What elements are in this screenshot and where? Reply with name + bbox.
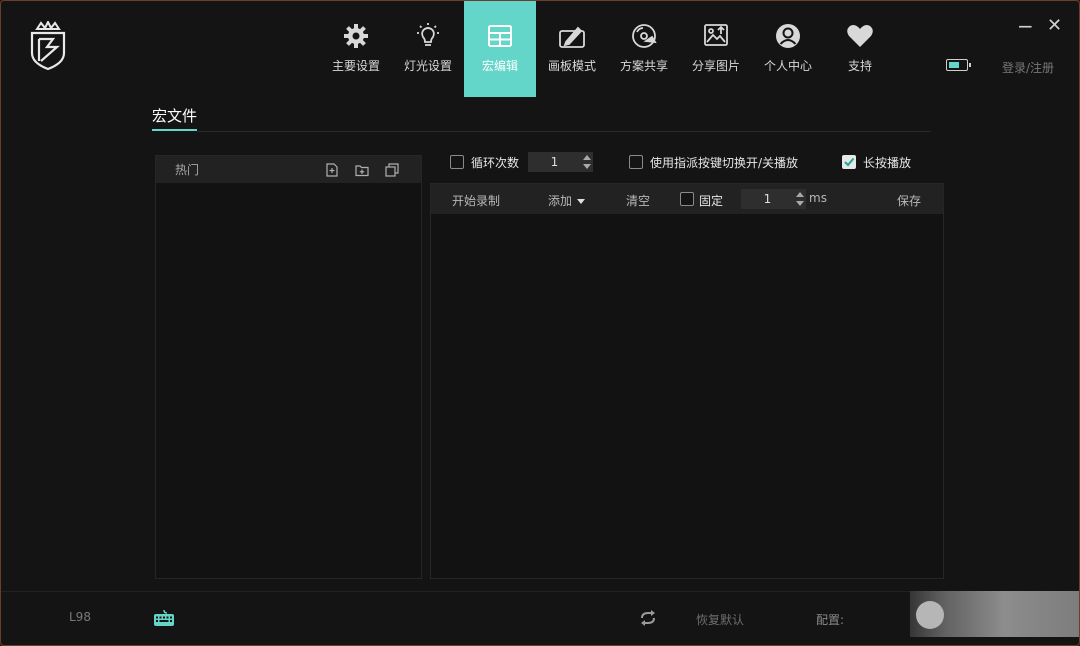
- table-icon: [485, 21, 515, 51]
- fixed-delay-label: 固定: [699, 194, 724, 208]
- fixed-delay-checkbox[interactable]: [680, 192, 694, 206]
- new-file-icon[interactable]: [325, 163, 339, 177]
- brand-logo: [30, 21, 66, 71]
- macro-file-header: 热门: [156, 156, 421, 183]
- section-title[interactable]: 宏文件: [152, 105, 197, 126]
- restore-default-button[interactable]: 恢复默认: [696, 611, 744, 628]
- lightbulb-icon: [413, 21, 443, 51]
- stepper-down-icon[interactable]: [796, 201, 804, 206]
- assign-key-toggle-label: 使用指派按键切换开/关播放: [650, 156, 799, 170]
- battery-icon: [946, 59, 971, 71]
- nav-main-settings[interactable]: 主要设置: [320, 1, 392, 97]
- stepper-up-icon[interactable]: [796, 192, 804, 197]
- device-model: L98: [69, 610, 91, 624]
- nav-label: 分享图片: [691, 59, 740, 73]
- nav-label: 方案共享: [619, 59, 668, 73]
- section-divider: [197, 131, 931, 132]
- new-folder-icon[interactable]: [355, 163, 369, 177]
- nav-label: 个人中心: [763, 59, 812, 73]
- hot-label: 热门: [175, 163, 200, 177]
- start-record-button[interactable]: 开始录制: [452, 192, 500, 209]
- loop-count-checkbox[interactable]: [450, 155, 464, 169]
- close-button[interactable]: ✕: [1047, 17, 1062, 35]
- macro-toolbar: 开始录制 添加 清空 固定 1 ms 保存: [431, 184, 943, 214]
- nav-scheme-share[interactable]: 方案共享: [608, 1, 680, 97]
- macro-file-panel: 热门: [155, 155, 422, 579]
- nav-label: 支持: [847, 59, 872, 73]
- nav-share-image[interactable]: 分享图片: [680, 1, 752, 97]
- app-window: 主要设置 灯光设置 宏编辑 画板模式 方案共享 分享图片 个人中心 支持 − ✕…: [0, 0, 1080, 646]
- delay-value[interactable]: 1: [741, 192, 794, 206]
- blurred-avatar: [916, 601, 944, 629]
- stepper-up-icon[interactable]: [583, 155, 591, 160]
- drawing-board-icon: [557, 21, 587, 51]
- disc-share-icon: [629, 21, 659, 51]
- caret-down-icon: [577, 199, 586, 204]
- add-label: 添加: [548, 194, 573, 208]
- clear-button[interactable]: 清空: [626, 192, 650, 209]
- nav-macro-edit[interactable]: 宏编辑: [464, 1, 536, 97]
- login-link[interactable]: 登录/注册: [1002, 59, 1054, 76]
- delay-stepper[interactable]: 1: [741, 189, 806, 209]
- nav-drawing-mode[interactable]: 画板模式: [536, 1, 608, 97]
- assign-key-toggle-checkbox[interactable]: [629, 155, 643, 169]
- stepper-down-icon[interactable]: [583, 164, 591, 169]
- gear-icon: [341, 21, 371, 51]
- minimize-button[interactable]: −: [1017, 16, 1034, 36]
- long-press-play-checkbox[interactable]: [842, 155, 856, 169]
- nav-support[interactable]: 支持: [824, 1, 896, 97]
- long-press-play-label: 长按播放: [863, 156, 912, 170]
- blurred-config-selector[interactable]: [910, 591, 1079, 637]
- top-nav: 主要设置 灯光设置 宏编辑 画板模式 方案共享 分享图片 个人中心 支持: [320, 1, 896, 97]
- stepper-arrows: [581, 152, 593, 172]
- nav-label: 主要设置: [331, 59, 380, 73]
- add-dropdown[interactable]: 添加: [548, 192, 586, 209]
- loop-count-stepper[interactable]: 1: [528, 152, 593, 172]
- user-circle-icon: [773, 21, 803, 51]
- nav-user-center[interactable]: 个人中心: [752, 1, 824, 97]
- section-underline: [152, 129, 197, 131]
- check-icon: [844, 157, 855, 167]
- stepper-arrows: [794, 189, 806, 209]
- loop-count-label: 循环次数: [471, 156, 520, 170]
- keyboard-icon[interactable]: [153, 609, 175, 627]
- refresh-icon[interactable]: [639, 610, 657, 626]
- nav-label: 宏编辑: [481, 59, 518, 73]
- image-share-icon: [701, 21, 731, 51]
- heart-icon: [845, 21, 875, 51]
- nav-label: 灯光设置: [403, 59, 452, 73]
- nav-label: 画板模式: [547, 59, 596, 73]
- save-button[interactable]: 保存: [897, 192, 921, 209]
- macro-editor-panel: 开始录制 添加 清空 固定 1 ms 保存: [430, 183, 944, 579]
- nav-light-settings[interactable]: 灯光设置: [392, 1, 464, 97]
- loop-count-value[interactable]: 1: [528, 155, 581, 169]
- delay-unit: ms: [809, 191, 827, 205]
- battery-level: [948, 61, 959, 68]
- config-label: 配置:: [816, 613, 845, 627]
- copy-icon[interactable]: [385, 163, 399, 177]
